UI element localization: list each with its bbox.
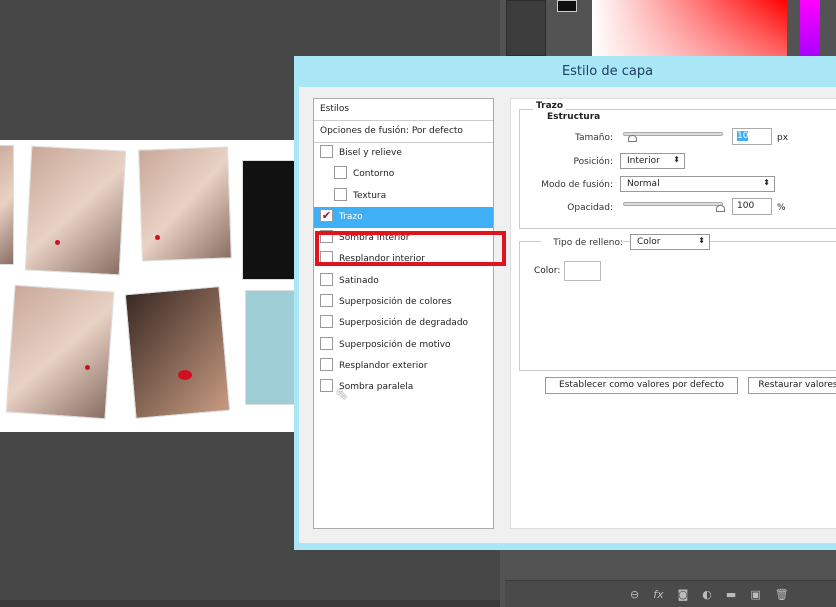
position-select[interactable]: Interior [620, 153, 685, 169]
style-item-label: Superposición de degradado [339, 318, 469, 329]
size-label: Tamaño: [574, 133, 613, 143]
dialog-title[interactable]: Estilo de capa [299, 56, 836, 87]
slider-thumb[interactable] [628, 135, 637, 142]
style-item-label: Superposición de colores [339, 297, 452, 308]
style-item-label: Trazo [339, 211, 363, 222]
photo-tile [242, 160, 296, 280]
checkbox[interactable] [320, 336, 333, 350]
style-item[interactable]: ✔ Trazo [314, 206, 493, 229]
checkbox[interactable] [334, 187, 347, 201]
folder-icon[interactable]: ▬ [726, 588, 736, 601]
photo-tile [24, 145, 127, 276]
style-item[interactable]: Bisel y relieve [314, 143, 493, 164]
photo-tile [124, 286, 231, 419]
styles-header[interactable]: Estilos [314, 99, 493, 121]
style-item[interactable]: Superposición de colores [314, 292, 493, 313]
foreground-color-swatch[interactable] [557, 0, 577, 12]
highlight-box [315, 231, 506, 266]
set-default-button[interactable]: Establecer como valores por defecto [545, 377, 738, 394]
style-item[interactable]: Satinado [314, 271, 493, 292]
adjustment-icon[interactable]: ◐ [702, 588, 712, 601]
style-item-label: Satinado [339, 275, 379, 286]
fill-type-label: Tipo de relleno: [541, 238, 623, 248]
mouse-cursor-icon: ⇖ [335, 384, 349, 403]
mask-icon[interactable]: ◙ [678, 588, 689, 601]
style-item-label: Resplandor exterior [339, 360, 428, 371]
checkbox[interactable] [320, 145, 333, 158]
checkbox[interactable] [320, 294, 333, 308]
size-value: 10 [737, 131, 749, 141]
checkbox[interactable] [320, 315, 333, 329]
stroke-settings: Trazo Estructura Tamaño: 10 px Posición:… [510, 98, 836, 529]
checkbox[interactable] [320, 379, 333, 393]
opacity-slider[interactable] [623, 202, 725, 212]
color-swatch[interactable] [564, 261, 601, 281]
style-item[interactable]: Superposición de motivo [314, 335, 493, 356]
status-bar [0, 600, 500, 607]
photo-tile [245, 290, 296, 405]
style-item-label: Sombra paralela [339, 382, 414, 393]
style-item-label: Superposición de motivo [339, 339, 451, 350]
position-label: Posición: [573, 157, 614, 167]
checkbox[interactable] [334, 166, 347, 180]
style-item[interactable]: Superposición de degradado [314, 313, 493, 334]
size-slider[interactable] [623, 132, 723, 142]
document-canvas [0, 140, 296, 432]
trash-icon[interactable]: 🗑 [775, 588, 789, 601]
style-item[interactable]: Contorno [314, 164, 493, 185]
checkbox[interactable] [320, 357, 333, 371]
new-layer-icon[interactable]: ▣ [750, 588, 760, 601]
style-item[interactable]: Resplandor exterior [314, 356, 493, 377]
fill-type-select[interactable]: Color [630, 234, 710, 250]
style-item[interactable]: Textura [314, 186, 493, 207]
hue-slider[interactable] [800, 0, 820, 56]
size-unit: px [777, 133, 789, 143]
style-item-label: Textura [353, 190, 387, 201]
3d-tool-icon[interactable] [506, 0, 546, 56]
blend-mode-label: Modo de fusión: [541, 180, 613, 190]
layer-style-dialog: Estilo de capa Estilos Opciones de fusió… [294, 56, 836, 550]
structure-title: Estructura [544, 112, 604, 122]
checkbox[interactable]: ✔ [320, 208, 333, 222]
photo-tile [138, 146, 232, 262]
slider-thumb[interactable] [716, 205, 725, 212]
styles-list: Estilos Opciones de fusión: Por defecto … [313, 98, 494, 529]
style-item-label: Contorno [353, 169, 395, 180]
stroke-section-title: Trazo [533, 101, 567, 111]
size-input[interactable]: 10 [732, 128, 772, 145]
restore-default-button[interactable]: Restaurar valores [748, 377, 836, 394]
link-icon[interactable]: ⊖ [630, 588, 639, 601]
opacity-label: Opacidad: [567, 203, 613, 213]
color-label: Color: [534, 266, 561, 276]
fx-icon[interactable]: fx [653, 588, 663, 601]
photo-tile [0, 145, 14, 265]
opacity-input[interactable]: 100 [732, 198, 772, 215]
blend-options-item[interactable]: Opciones de fusión: Por defecto [314, 121, 493, 143]
checkbox[interactable] [320, 272, 333, 286]
layers-toolbar: ⊖ fx ◙ ◐ ▬ ▣ 🗑 [505, 580, 836, 607]
opacity-unit: % [777, 203, 786, 213]
style-item-label: Bisel y relieve [339, 148, 402, 158]
photo-tile [5, 284, 115, 420]
blend-mode-select[interactable]: Normal [620, 176, 775, 192]
color-picker-field[interactable] [592, 0, 787, 56]
